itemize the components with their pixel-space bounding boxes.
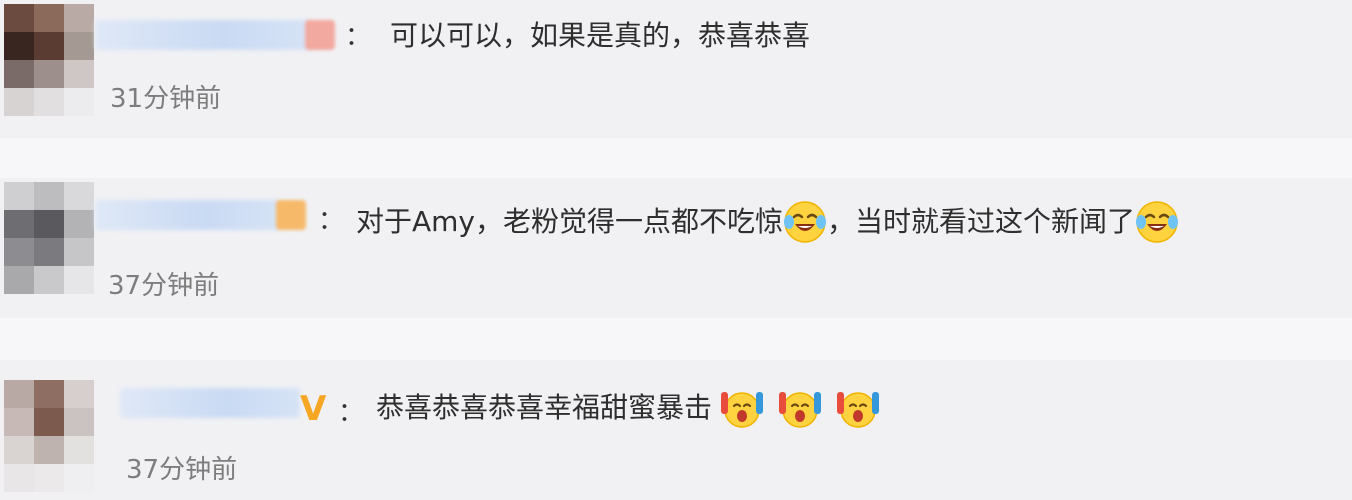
comment-text-content: 对于Amy，老粉觉得一点都不吃惊 xyxy=(356,205,784,238)
avatar[interactable] xyxy=(4,380,94,492)
comment-text: 对于Amy，老粉觉得一点都不吃惊 ，当时就看过这个新闻了 xyxy=(356,200,1179,244)
comment-text-content: ，当时就看过这个新闻了 xyxy=(827,205,1136,238)
name-separator: ： xyxy=(338,398,365,428)
comment-item: ： 对于Amy，老粉觉得一点都不吃惊 ，当时就看过这个新闻了 37分钟前 xyxy=(0,178,1352,318)
vip-badge-icon: V xyxy=(300,389,327,429)
avatar[interactable] xyxy=(4,182,94,294)
comment-text-content: 可以可以，如果是真的，恭喜恭喜 xyxy=(390,19,811,52)
comment-time: 31分钟前 xyxy=(110,84,222,114)
comment-text: 可以可以，如果是真的，恭喜恭喜 xyxy=(390,22,810,50)
comment-time: 37分钟前 xyxy=(126,455,238,485)
laughing-crying-emoji-icon xyxy=(1136,201,1179,243)
cheering-emoji-icon xyxy=(837,392,880,428)
comment-item: ： 可以可以，如果是真的，恭喜恭喜 31分钟前 xyxy=(0,0,1352,138)
comment-text: 恭喜恭喜恭喜幸福甜蜜暴击 xyxy=(376,386,880,430)
comment-text-content: 恭喜恭喜恭喜幸福甜蜜暴击 xyxy=(376,391,713,424)
name-separator: ： xyxy=(345,22,372,52)
cheering-emoji-icon xyxy=(779,392,822,428)
divider xyxy=(0,318,1352,360)
username[interactable] xyxy=(95,200,280,230)
user-badge-icon xyxy=(305,20,335,50)
comment-item: V ： 恭喜恭喜恭喜幸福甜蜜暴击 37分钟前 xyxy=(0,360,1352,500)
laughing-crying-emoji-icon xyxy=(784,201,827,243)
username[interactable] xyxy=(120,388,300,418)
user-badge-icon xyxy=(276,200,306,230)
divider xyxy=(0,138,1352,178)
username[interactable] xyxy=(95,20,310,50)
comment-time: 37分钟前 xyxy=(108,271,220,301)
avatar[interactable] xyxy=(4,4,94,116)
cheering-emoji-icon xyxy=(721,392,764,428)
name-separator: ： xyxy=(318,206,345,236)
